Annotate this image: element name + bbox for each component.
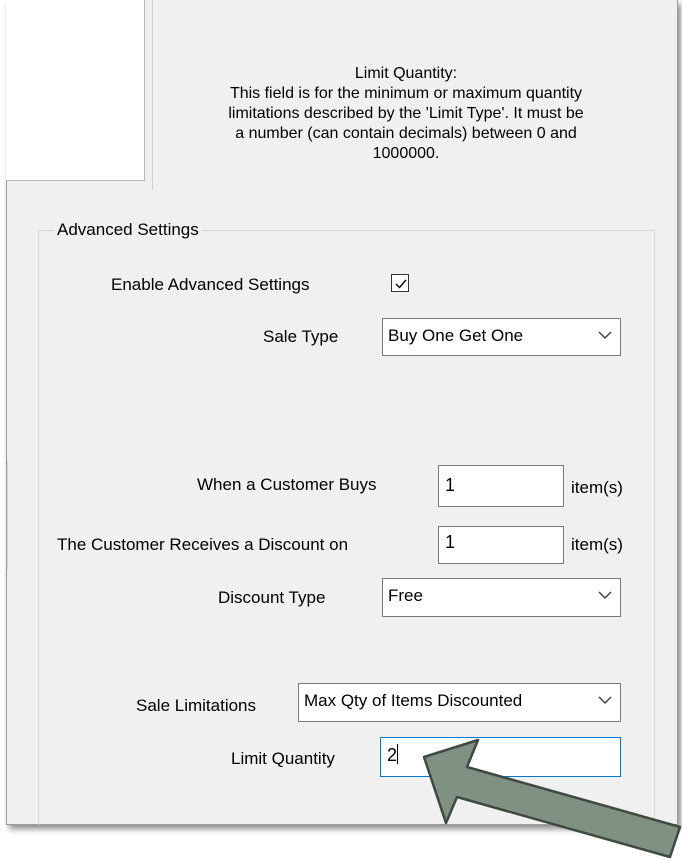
sale-limitations-value: Max Qty of Items Discounted: [304, 691, 523, 710]
preview-box: [6, 0, 145, 181]
discount-type-label: Discount Type: [218, 588, 326, 607]
sale-type-label: Sale Type: [263, 327, 339, 346]
pointer-arrow-icon: [422, 738, 682, 859]
advanced-settings-title: Advanced Settings: [54, 219, 202, 241]
customer-buys-label: When a Customer Buys: [197, 475, 377, 494]
text-caret: [397, 744, 399, 764]
help-line: 1000000.: [372, 145, 440, 162]
limit-quantity-label: Limit Quantity: [231, 749, 335, 768]
receives-discount-unit: item(s): [571, 535, 623, 554]
help-text: Limit Quantity: This field is for the mi…: [163, 64, 649, 164]
enable-advanced-checkbox[interactable]: [391, 274, 409, 292]
discount-type-value: Free: [388, 586, 423, 605]
help-line: limitations described by the 'Limit Type…: [228, 105, 584, 122]
help-line: a number (can contain decimals) between …: [235, 125, 577, 142]
sale-limitations-select[interactable]: Max Qty of Items Discounted: [298, 683, 621, 722]
help-title: Limit Quantity:: [354, 65, 458, 82]
sale-type-select[interactable]: Buy One Get One: [382, 318, 621, 356]
chevron-down-icon: [598, 331, 612, 339]
sale-type-value: Buy One Get One: [388, 326, 524, 345]
discount-type-select[interactable]: Free: [382, 578, 621, 617]
checkmark-icon: [395, 279, 407, 289]
preview-divider: [152, 0, 153, 190]
sale-limitations-label: Sale Limitations: [136, 696, 257, 715]
limit-quantity-value: 2: [387, 745, 398, 765]
customer-buys-input[interactable]: 1: [438, 465, 564, 507]
receives-discount-input[interactable]: 1: [438, 526, 564, 564]
chevron-down-icon: [598, 696, 612, 704]
receives-discount-label: The Customer Receives a Discount on: [57, 535, 349, 554]
customer-buys-unit: item(s): [571, 478, 623, 497]
settings-window: Limit Quantity: This field is for the mi…: [6, 0, 678, 825]
enable-advanced-label: Enable Advanced Settings: [111, 275, 310, 294]
chevron-down-icon: [598, 591, 612, 599]
help-line: This field is for the minimum or maximum…: [229, 85, 583, 102]
